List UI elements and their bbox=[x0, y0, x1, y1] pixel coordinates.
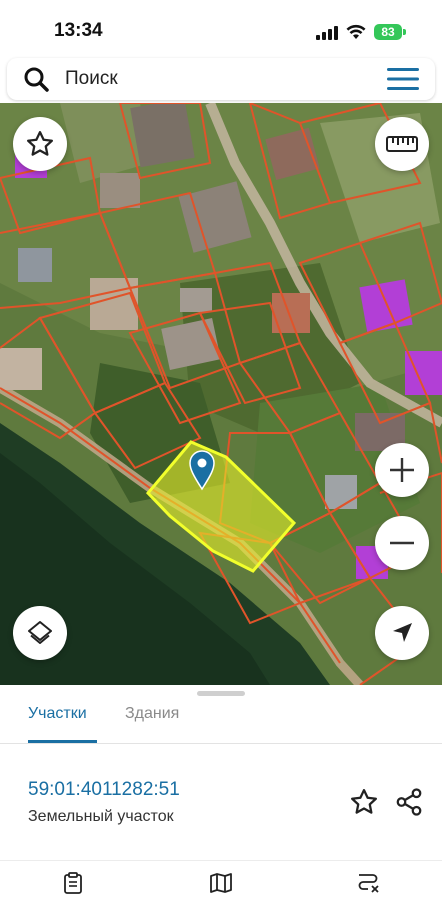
clipboard-icon[interactable] bbox=[61, 871, 85, 895]
zoom-in-button[interactable] bbox=[375, 443, 429, 497]
ruler-icon bbox=[386, 136, 418, 152]
favorite-map-button[interactable] bbox=[13, 117, 67, 171]
tab-parcels[interactable]: Участки bbox=[28, 705, 87, 723]
location-arrow-icon bbox=[393, 623, 412, 642]
status-time: 13:34 bbox=[54, 20, 103, 41]
parcel-type-label: Земельный участок bbox=[28, 808, 174, 825]
locate-button[interactable] bbox=[375, 606, 429, 660]
star-icon bbox=[27, 131, 53, 156]
wifi-icon bbox=[346, 24, 366, 39]
route-icon[interactable] bbox=[356, 871, 380, 895]
search-icon[interactable] bbox=[23, 66, 49, 92]
plus-icon bbox=[390, 458, 414, 482]
satellite-map[interactable] bbox=[0, 103, 442, 685]
battery-indicator: 83 bbox=[374, 24, 402, 40]
layers-button[interactable] bbox=[13, 606, 67, 660]
zoom-out-button[interactable] bbox=[375, 516, 429, 570]
cadastral-number-link[interactable]: 59:01:4011282:51 bbox=[28, 779, 180, 801]
parcel-info-sheet[interactable]: Участки Здания 59:01:4011282:51 Земельны… bbox=[0, 685, 442, 860]
map-view[interactable] bbox=[0, 103, 442, 685]
status-bar: 13:34 83 bbox=[0, 0, 442, 58]
minus-icon bbox=[390, 541, 414, 545]
sheet-drag-handle[interactable] bbox=[197, 691, 245, 696]
map-icon[interactable] bbox=[209, 871, 233, 895]
bottom-navigation bbox=[0, 860, 442, 901]
tab-buildings[interactable]: Здания bbox=[125, 705, 179, 723]
star-outline-icon[interactable] bbox=[349, 787, 379, 817]
share-icon[interactable] bbox=[394, 787, 424, 817]
search-bar[interactable]: Поиск bbox=[7, 58, 435, 100]
ruler-button[interactable] bbox=[375, 117, 429, 171]
layers-icon bbox=[28, 621, 52, 644]
search-input[interactable]: Поиск bbox=[65, 68, 118, 90]
battery-tip bbox=[403, 29, 406, 35]
cellular-signal-icon bbox=[316, 26, 338, 40]
tabs-divider bbox=[0, 743, 442, 744]
menu-icon[interactable] bbox=[387, 67, 419, 91]
